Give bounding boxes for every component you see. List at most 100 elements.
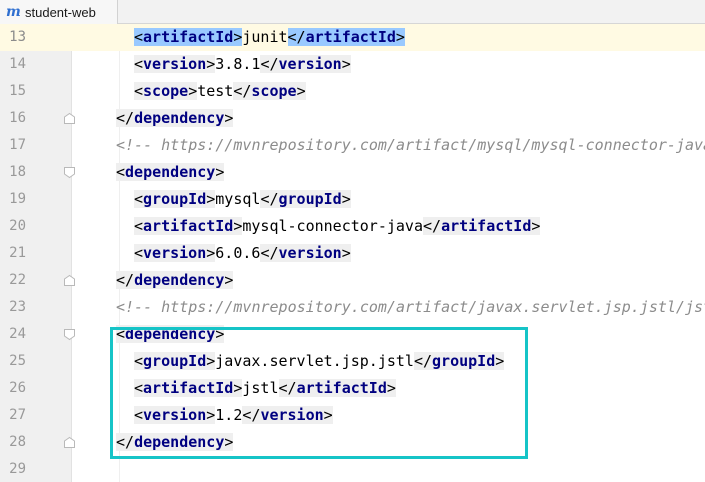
tag-name: version (260, 406, 324, 424)
line-number[interactable]: 18 (0, 159, 26, 186)
tag-name: version (278, 244, 342, 262)
line-number[interactable]: 15 (0, 78, 26, 105)
fold-start-icon[interactable] (63, 166, 76, 179)
code-text[interactable]: <dependency> (116, 159, 225, 186)
xml-open-tag: <groupId> (134, 352, 216, 370)
code-line-17[interactable]: 17 <!-- https://mvnrepository.com/artifac… (0, 132, 705, 159)
line-number[interactable]: 28 (0, 429, 26, 456)
fold-start-icon[interactable] (63, 328, 76, 341)
tab-label: student-web (25, 4, 96, 20)
line-number[interactable]: 23 (0, 294, 26, 321)
code-line-27[interactable]: 27 <version>1.2</version> (0, 402, 705, 429)
tag-name: artifactId (296, 379, 387, 397)
code-line-29[interactable]: 29 (0, 456, 705, 482)
xml-close-tag: </artifactId> (287, 28, 405, 46)
xml-open-tag: <artifactId> (134, 28, 243, 46)
code-text[interactable]: <!-- https://mvnrepository.com/artifact/… (116, 294, 705, 321)
code-text[interactable]: <artifactId>mysql-connector-java</artifa… (134, 213, 541, 240)
line-number[interactable]: 27 (0, 402, 26, 429)
xml-close-tag: </version> (242, 406, 333, 424)
line-number[interactable]: 16 (0, 105, 26, 132)
code-line-15[interactable]: 15 <scope>test</scope> (0, 78, 705, 105)
fold-end-icon[interactable] (63, 112, 76, 125)
tag-name: scope (251, 82, 297, 100)
tag-name: scope (143, 82, 189, 100)
xml-close-tag: </version> (260, 244, 351, 262)
tag-name: dependency (134, 433, 225, 451)
xml-open-tag: <version> (134, 406, 216, 424)
code-line-28[interactable]: 28 </dependency> (0, 429, 705, 456)
xml-close-tag: </version> (260, 55, 351, 73)
fold-end-icon[interactable] (63, 274, 76, 287)
code-line-24[interactable]: 24 <dependency> (0, 321, 705, 348)
code-text[interactable]: <groupId>mysql</groupId> (134, 186, 351, 213)
tag-name: version (143, 406, 207, 424)
code-text[interactable]: <dependency> (116, 321, 225, 348)
line-number[interactable]: 19 (0, 186, 26, 213)
line-number[interactable]: 24 (0, 321, 26, 348)
element-value: 6.0.6 (215, 244, 261, 262)
element-value: mysql-connector-java (242, 217, 423, 235)
tag-name: version (278, 55, 342, 73)
line-number[interactable]: 14 (0, 51, 26, 78)
tag-name: groupId (278, 190, 342, 208)
line-number[interactable]: 17 (0, 132, 26, 159)
code-line-14[interactable]: 14 <version>3.8.1</version> (0, 51, 705, 78)
code-line-23[interactable]: 23 <!-- https://mvnrepository.com/artifac… (0, 294, 705, 321)
tag-name: artifactId (143, 379, 234, 397)
code-line-19[interactable]: 19 <groupId>mysql</groupId> (0, 186, 705, 213)
code-text[interactable]: <groupId>javax.servlet.jsp.jstl</groupId… (134, 348, 505, 375)
code-line-18[interactable]: 18 <dependency> (0, 159, 705, 186)
tag-name: groupId (143, 190, 207, 208)
maven-module-icon: m (6, 4, 21, 20)
xml-open-tag: <dependency> (116, 163, 225, 181)
element-value: test (197, 82, 234, 100)
code-line-25[interactable]: 25 <groupId>javax.servlet.jsp.jstl</group… (0, 348, 705, 375)
element-value: javax.servlet.jsp.jstl (215, 352, 414, 370)
xml-close-tag: </dependency> (116, 433, 234, 451)
tag-name: groupId (143, 352, 207, 370)
xml-open-tag: <groupId> (134, 190, 216, 208)
line-number[interactable]: 25 (0, 348, 26, 375)
line-number[interactable]: 26 (0, 375, 26, 402)
code-line-22[interactable]: 22 </dependency> (0, 267, 705, 294)
code-text[interactable]: <version>6.0.6</version> (134, 240, 351, 267)
xml-close-tag: </groupId> (260, 190, 351, 208)
code-text[interactable]: <artifactId>jstl</artifactId> (134, 375, 396, 402)
xml-open-tag: <dependency> (116, 325, 225, 343)
element-value: junit (242, 28, 288, 46)
code-text[interactable]: </dependency> (116, 105, 234, 132)
code-line-20[interactable]: 20 <artifactId>mysql-connector-java</arti… (0, 213, 705, 240)
fold-end-icon[interactable] (63, 436, 76, 449)
xml-close-tag: </groupId> (413, 352, 505, 370)
xml-open-tag: <version> (134, 55, 216, 73)
line-number[interactable]: 13 (0, 24, 26, 51)
editor-window: m student-web 13 <artifactId>junit</artif… (0, 0, 705, 482)
line-number[interactable]: 22 (0, 267, 26, 294)
code-text[interactable]: <scope>test</scope> (134, 78, 306, 105)
code-line-21[interactable]: 21 <version>6.0.6</version> (0, 240, 705, 267)
tab-student-web[interactable]: m student-web (0, 0, 118, 24)
editor-tab-bar: m student-web (0, 0, 705, 24)
code-text[interactable]: </dependency> (116, 429, 234, 456)
line-number[interactable]: 20 (0, 213, 26, 240)
code-text[interactable]: <version>3.8.1</version> (134, 51, 351, 78)
tag-name: version (143, 244, 207, 262)
tag-name: version (143, 55, 207, 73)
line-number[interactable]: 21 (0, 240, 26, 267)
code-line-16[interactable]: 16 </dependency> (0, 105, 705, 132)
code-line-26[interactable]: 26 <artifactId>jstl</artifactId> (0, 375, 705, 402)
code-text[interactable]: <!-- https://mvnrepository.com/artifact/… (116, 132, 705, 159)
code-text[interactable]: <artifactId>junit</artifactId> (134, 24, 405, 51)
code-text[interactable]: <version>1.2</version> (134, 402, 333, 429)
xml-comment: <!-- https://mvnrepository.com/artifact/… (116, 298, 705, 316)
line-number[interactable]: 29 (0, 456, 26, 482)
code-line-13[interactable]: 13 <artifactId>junit</artifactId> (0, 24, 705, 51)
element-value: jstl (242, 379, 279, 397)
xml-open-tag: <scope> (134, 82, 198, 100)
code-text[interactable]: </dependency> (116, 267, 234, 294)
element-value: 3.8.1 (215, 55, 261, 73)
xml-close-tag: </scope> (233, 82, 306, 100)
tag-name: dependency (134, 271, 225, 289)
tag-name: artifactId (441, 217, 532, 235)
